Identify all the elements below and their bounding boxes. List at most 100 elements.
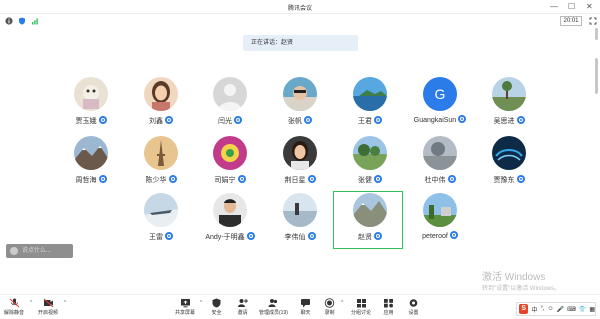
participant-name: 闫光 (218, 118, 232, 125)
verified-icon (447, 175, 456, 184)
avatar: G (423, 77, 457, 111)
keyboard-icon[interactable]: ⌨ (567, 306, 576, 313)
participant-tile[interactable]: Andy-于明鑫 (195, 188, 265, 260)
manage-members-button[interactable]: 管理成员(19) (259, 298, 288, 316)
voice-icon[interactable]: 🎤 (557, 306, 564, 313)
ime-language[interactable]: 中 (531, 305, 537, 314)
security-button[interactable]: 安全 (211, 298, 222, 316)
verified-icon (374, 116, 382, 125)
verified-icon (304, 116, 312, 125)
chevron-up-icon[interactable]: ^ (341, 300, 343, 306)
verified-icon (458, 115, 467, 123)
grid-icon[interactable]: ▦ (589, 306, 595, 313)
avatar (492, 136, 526, 170)
chat-placeholder: 说点什么... (22, 248, 52, 254)
verified-icon (98, 116, 107, 125)
minimize-icon[interactable]: — (550, 2, 558, 12)
participant-name: 贾豫东 (493, 177, 515, 184)
activation-watermark-subtitle: 转到"设置"以激活 Windows。 (482, 286, 561, 292)
emoji-icon[interactable]: ☺ (548, 306, 554, 312)
verified-icon (234, 116, 242, 125)
activation-watermark: 激活 Windows (482, 272, 546, 283)
info-icon[interactable] (5, 17, 13, 25)
avatar (213, 77, 247, 111)
shield-icon[interactable] (18, 17, 26, 25)
participant-tile[interactable]: 贾豫东 (474, 131, 544, 203)
active-speaker-highlight (333, 191, 403, 249)
invite-button[interactable]: 邀请 (237, 298, 248, 316)
breakout-label: 分组讨论 (351, 310, 372, 316)
fullscreen-icon[interactable] (589, 17, 597, 25)
share-screen-button[interactable]: 共享屏幕 (175, 298, 195, 316)
verified-icon (98, 175, 107, 184)
maximize-icon[interactable]: ☐ (568, 2, 575, 12)
participant-tile[interactable]: 王雷 (126, 188, 196, 260)
chat-input[interactable]: 说点什么... (6, 244, 73, 258)
avatar (283, 77, 317, 111)
gear-icon (409, 299, 418, 307)
punctuation-icon[interactable]: °, (540, 306, 544, 312)
record-icon (324, 298, 335, 308)
participant-name: 王君 (358, 118, 372, 125)
apps-button[interactable]: 应用 (383, 298, 394, 316)
verified-icon (307, 175, 316, 184)
mute-button[interactable]: 解除静音 (4, 298, 24, 316)
avatar (213, 136, 247, 170)
avatar (74, 77, 108, 111)
chat-label: 聊天 (300, 310, 311, 316)
share-screen-icon (180, 299, 190, 308)
chat-bubble-icon (301, 299, 310, 308)
participant-name: 李伟仙 (284, 234, 306, 241)
apps-icon (384, 299, 393, 308)
participant-name: 周哲海 (75, 177, 97, 184)
title-bar: 腾讯会议 — ☐ ✕ (0, 0, 600, 14)
video-label: 开启视频 (38, 310, 59, 316)
camera-off-icon (43, 298, 53, 308)
scrollbar-top[interactable] (595, 28, 598, 40)
video-button[interactable]: 开启视频 (38, 298, 58, 316)
chevron-up-icon[interactable]: ^ (200, 300, 202, 306)
settings-button[interactable]: 设置 (408, 298, 419, 316)
participant-name: 王雷 (149, 234, 163, 241)
meeting-toolbar: 解除静音 ^ 开启视频 ^ 共享屏幕 ^ 安全 邀请 管理成员(19) 聊天 录… (0, 294, 600, 319)
invite-label: 邀请 (237, 310, 248, 316)
participant-name: 吴思进 (493, 118, 515, 125)
avatar (423, 136, 457, 170)
shield-icon (212, 298, 221, 308)
apps-label: 应用 (383, 310, 394, 316)
participant-tile[interactable]: 周哲海 (56, 131, 126, 203)
verified-icon (237, 175, 246, 184)
avatar (423, 193, 457, 227)
participant-name: 刘鑫 (149, 118, 163, 125)
ime-toolbar[interactable]: S 中 °, ☺ 🎤 ⌨ 👕 ▦ (516, 302, 596, 316)
participant-tile[interactable]: peteroof (405, 188, 475, 260)
participant-name: 荆日星 (284, 177, 306, 184)
avatar (353, 77, 387, 111)
avatar (283, 136, 317, 170)
participant-name: Andy-于明鑫 (205, 234, 245, 241)
sogou-logo-icon: S (519, 304, 529, 314)
members-icon (268, 299, 278, 307)
avatar (213, 193, 247, 227)
verified-icon (374, 175, 382, 184)
participant-name: 张健 (358, 177, 372, 184)
breakout-rooms-icon (356, 299, 366, 308)
avatar (492, 77, 526, 111)
avatar (144, 193, 178, 227)
chevron-up-icon[interactable]: ^ (30, 300, 32, 306)
verified-icon (307, 232, 316, 241)
settings-label: 设置 (408, 310, 419, 316)
share-screen-label: 共享屏幕 (175, 310, 196, 316)
participant-tile[interactable]: 李伟仙 (265, 188, 335, 260)
scrollbar-thumb[interactable] (595, 58, 598, 94)
chat-button[interactable]: 聊天 (300, 298, 311, 316)
breakout-button[interactable]: 分组讨论 (351, 298, 371, 316)
meeting-info-row: 20:01 (0, 15, 600, 27)
chevron-up-icon[interactable]: ^ (64, 300, 66, 306)
record-button[interactable]: 录制 (324, 298, 335, 316)
close-icon[interactable]: ✕ (586, 2, 593, 12)
verified-icon (165, 232, 173, 241)
signal-icon[interactable] (31, 17, 39, 25)
participant-name: 陈少华 (145, 177, 167, 184)
skin-icon[interactable]: 👕 (579, 306, 586, 313)
